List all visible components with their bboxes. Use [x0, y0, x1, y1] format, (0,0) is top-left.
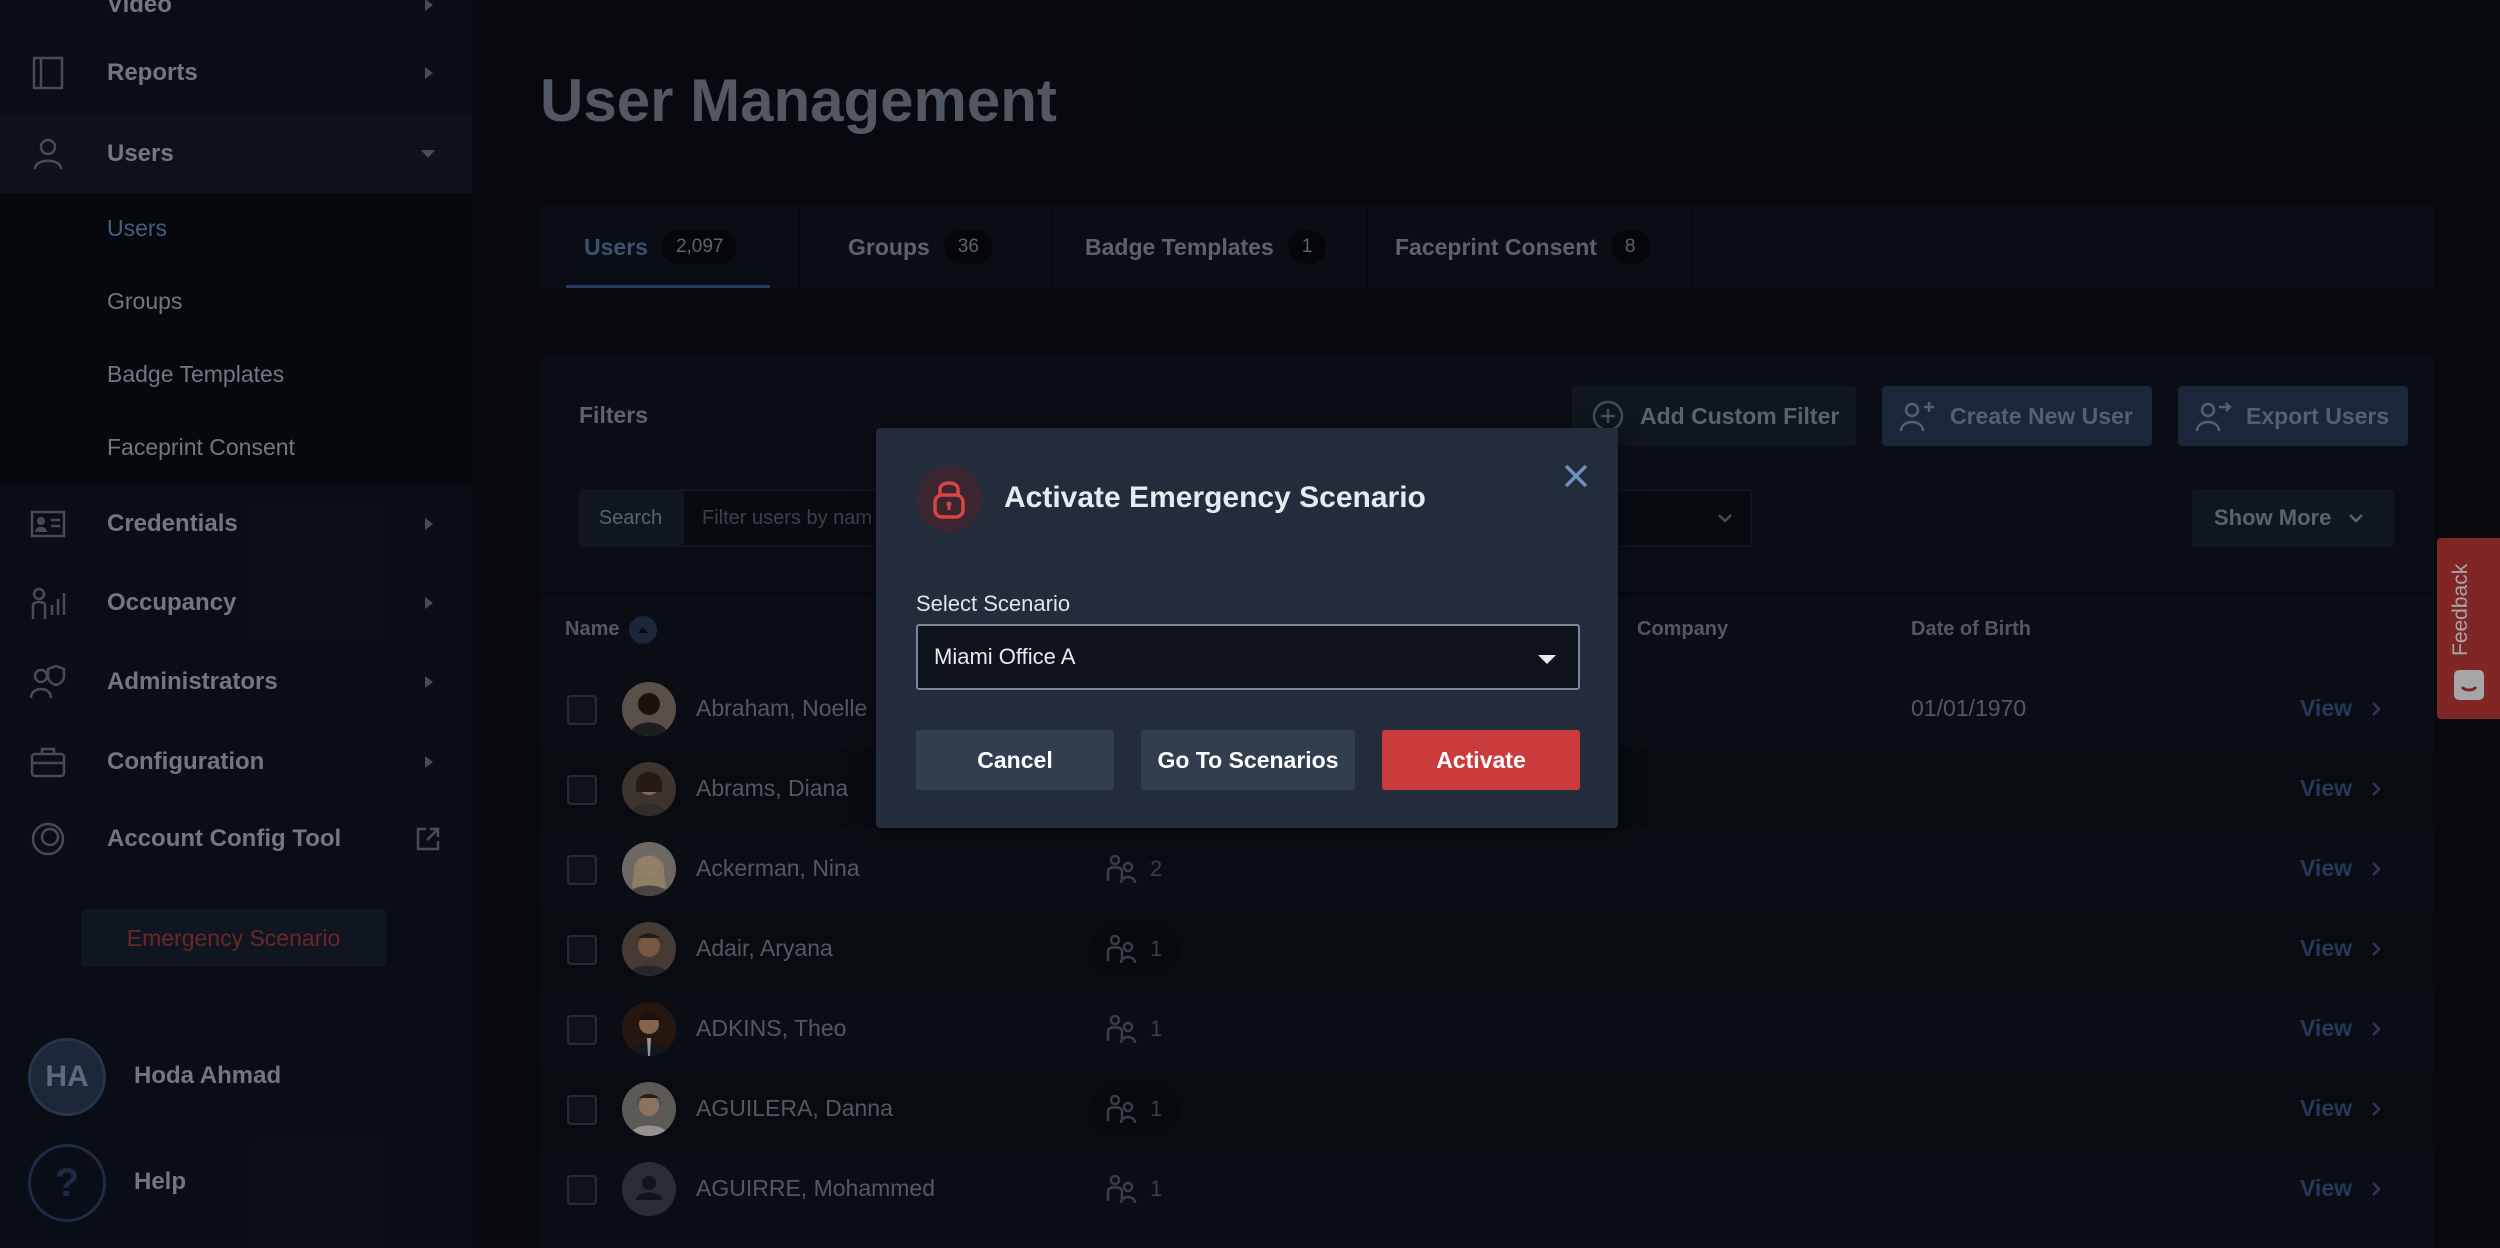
go-to-scenarios-button[interactable]: Go To Scenarios: [1141, 730, 1355, 790]
lock-icon: [916, 466, 982, 532]
modal-title: Activate Emergency Scenario: [1004, 481, 1426, 514]
cancel-button[interactable]: Cancel: [916, 730, 1114, 790]
scenario-select[interactable]: Miami Office A: [916, 624, 1580, 690]
close-icon[interactable]: [1558, 458, 1594, 494]
activate-emergency-modal: Activate Emergency Scenario Select Scena…: [876, 428, 1618, 828]
activate-button[interactable]: Activate: [1382, 730, 1580, 790]
select-scenario-label: Select Scenario: [916, 591, 1071, 616]
dropdown-caret-icon: [1538, 655, 1556, 664]
scenario-select-value: Miami Office A: [934, 644, 1076, 669]
